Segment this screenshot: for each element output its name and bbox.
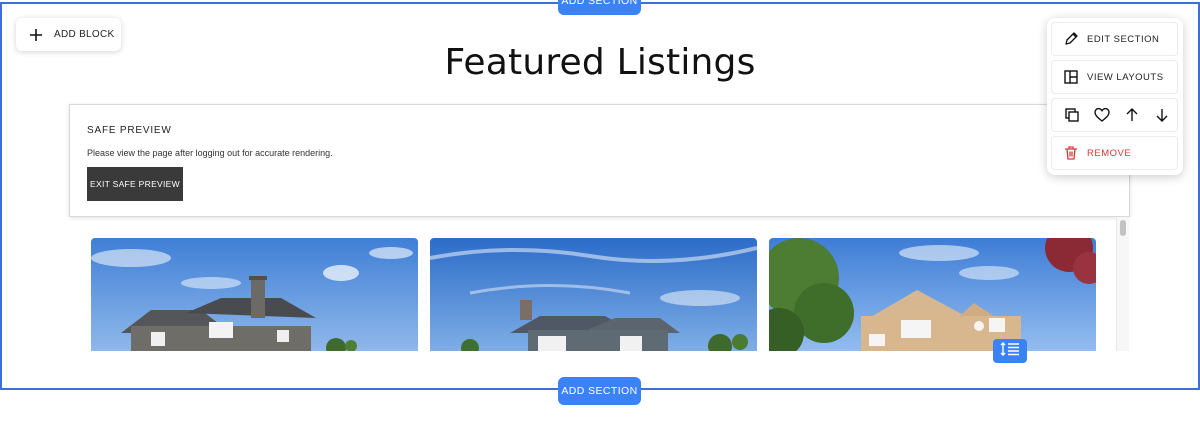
page-title[interactable]: Featured Listings <box>0 42 1200 83</box>
duplicate-icon[interactable] <box>1064 107 1080 123</box>
listing-image <box>769 238 1096 351</box>
remove-section-button[interactable]: REMOVE <box>1051 136 1178 170</box>
listing-card[interactable] <box>91 238 418 351</box>
trash-icon <box>1063 145 1079 161</box>
safe-preview-panel: SAFE PREVIEW Please view the page after … <box>69 104 1130 217</box>
add-section-bottom-button[interactable]: ADD SECTION <box>558 377 641 405</box>
exit-safe-preview-button[interactable]: EXIT SAFE PREVIEW <box>87 167 183 201</box>
edit-section-label: EDIT SECTION <box>1087 33 1160 45</box>
listing-image <box>430 238 757 351</box>
section-toolbar: EDIT SECTION VIEW LAYOUTS REMOVE <box>1047 18 1183 175</box>
section-actions-row <box>1051 98 1178 132</box>
scrollbar[interactable] <box>1116 217 1129 351</box>
arrow-up-icon[interactable] <box>1124 107 1140 123</box>
safe-preview-title: SAFE PREVIEW <box>87 125 172 136</box>
heart-icon[interactable] <box>1094 107 1110 123</box>
add-section-top-button[interactable]: ADD SECTION <box>558 0 641 15</box>
safe-preview-description: Please view the page after logging out f… <box>87 148 333 158</box>
add-block-label: ADD BLOCK <box>54 29 115 40</box>
line-spacing-icon <box>1000 341 1020 361</box>
plus-icon <box>28 27 44 43</box>
arrow-down-icon[interactable] <box>1154 107 1170 123</box>
view-layouts-button[interactable]: VIEW LAYOUTS <box>1051 60 1178 94</box>
edit-section-button[interactable]: EDIT SECTION <box>1051 22 1178 56</box>
listing-card[interactable] <box>769 238 1096 351</box>
view-layouts-label: VIEW LAYOUTS <box>1087 71 1164 83</box>
spacing-handle[interactable] <box>993 339 1027 363</box>
listing-image <box>91 238 418 351</box>
remove-label: REMOVE <box>1087 147 1132 159</box>
pencil-icon <box>1063 31 1079 47</box>
listing-card[interactable] <box>430 238 757 351</box>
layout-icon <box>1063 69 1079 85</box>
scrollbar-thumb[interactable] <box>1120 220 1126 236</box>
